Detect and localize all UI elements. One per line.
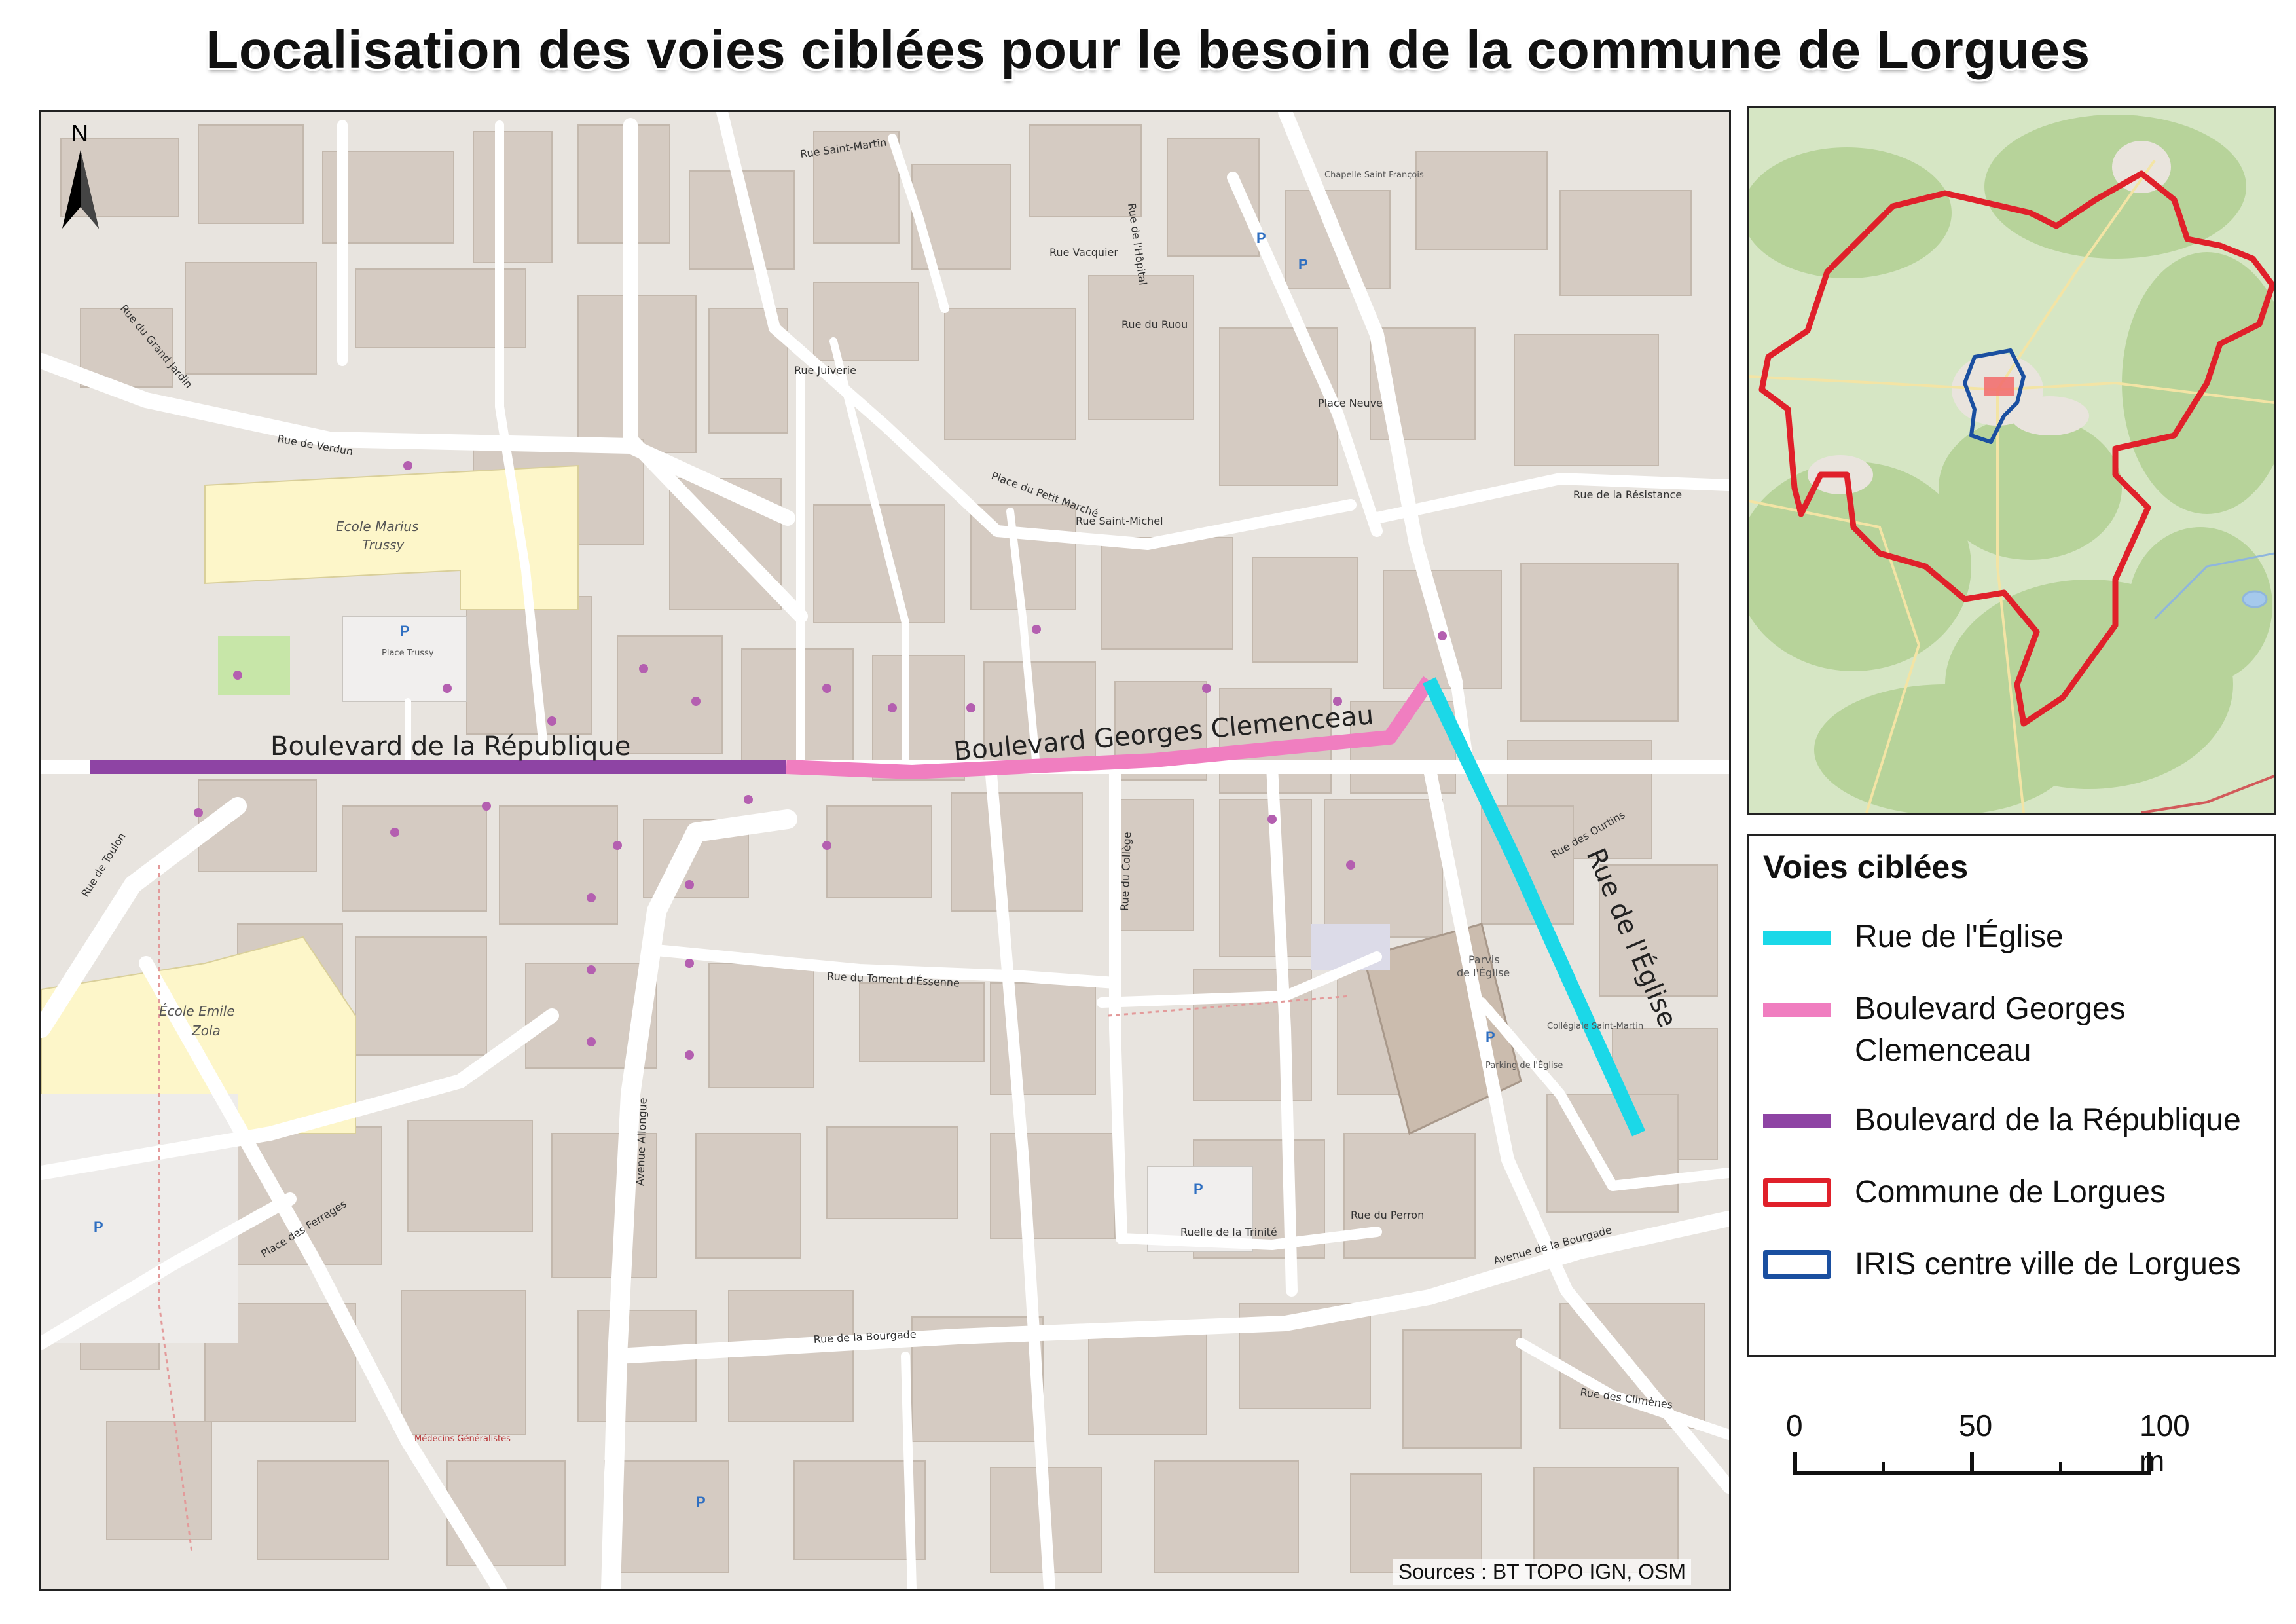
svg-text:Rue Juiverie: Rue Juiverie (794, 364, 856, 377)
svg-text:P: P (1298, 256, 1308, 272)
svg-text:Ecole Marius: Ecole Marius (336, 519, 418, 534)
scale-label-0: 0 (1786, 1409, 1803, 1443)
legend-swatch-cyan-line (1763, 931, 1831, 945)
svg-text:de l'Église: de l'Église (1457, 967, 1510, 979)
svg-text:Médecins Généralistes: Médecins Généralistes (414, 1434, 511, 1444)
legend-label: Boulevard de la République (1855, 1103, 2241, 1137)
svg-text:P: P (94, 1219, 103, 1235)
north-label: N (71, 120, 88, 147)
svg-text:Rue Vacquier: Rue Vacquier (1049, 246, 1118, 259)
svg-text:Parvis: Parvis (1468, 953, 1500, 966)
legend-label: IRIS centre ville de Lorgues (1855, 1247, 2241, 1282)
legend-swatch-purple-line (1763, 1114, 1831, 1128)
legend-swatch-pink-line (1763, 1003, 1831, 1017)
legend-item-iris-centre-ville: IRIS centre ville de Lorgues (1763, 1244, 2267, 1322)
sources-text: Sources : BT TOPO IGN, OSM (1393, 1559, 1691, 1585)
svg-text:Boulevard de la République: Boulevard de la République (270, 731, 630, 762)
legend-title: Voies ciblées (1763, 849, 1969, 885)
legend-swatch-blue-outline (1763, 1250, 1831, 1279)
legend-label: Rue de l'Église (1855, 919, 2064, 954)
svg-text:P: P (1256, 230, 1266, 246)
svg-text:Ruelle de la Trinité: Ruelle de la Trinité (1180, 1226, 1277, 1238)
scale-label-50: 50 (1959, 1409, 1993, 1443)
legend-item-boulevard-georges-clemenceau: Boulevard Georges Clemenceau (1763, 988, 2267, 1068)
map-title: Localisation des voies ciblées pour le b… (206, 20, 2090, 80)
legend-swatch-red-outline (1763, 1178, 1831, 1207)
svg-text:Rue du Perron: Rue du Perron (1351, 1209, 1424, 1221)
svg-text:Rue de la Résistance: Rue de la Résistance (1573, 489, 1682, 501)
svg-text:P: P (1485, 1029, 1495, 1045)
legend: Voies ciblées Rue de l'Église Boulevard … (1747, 834, 2276, 1357)
main-map[interactable]: PPP PPP P Rue de Verdun Rue Saint-Michel… (39, 110, 1731, 1591)
svg-text:École Emile: École Emile (159, 1003, 235, 1019)
svg-text:Zola: Zola (191, 1023, 221, 1039)
svg-text:Trussy: Trussy (362, 537, 405, 553)
legend-item-boulevard-de-la-republique: Boulevard de la République (1763, 1099, 2267, 1178)
svg-text:Place Neuve: Place Neuve (1318, 397, 1383, 409)
svg-text:P: P (400, 623, 410, 639)
inset-map[interactable] (1747, 106, 2276, 815)
legend-label: Commune de Lorgues (1855, 1175, 2166, 1209)
main-map-canvas: PPP PPP P Rue de Verdun Rue Saint-Michel… (41, 112, 1729, 1589)
legend-label: Boulevard Georges Clemenceau (1855, 991, 2126, 1068)
legend-item-rue-de-l-eglise: Rue de l'Église (1763, 916, 2267, 995)
legend-item-commune-de-lorgues: Commune de Lorgues (1763, 1172, 2267, 1250)
extent-marker (1984, 377, 2014, 396)
svg-text:Chapelle Saint François: Chapelle Saint François (1324, 170, 1424, 180)
svg-text:Parking de l'Église: Parking de l'Église (1485, 1060, 1563, 1071)
svg-text:P: P (1194, 1181, 1203, 1197)
svg-text:Rue du Ruou: Rue du Ruou (1121, 318, 1188, 331)
svg-text:Place Trussy: Place Trussy (382, 648, 434, 658)
inset-map-canvas (1749, 108, 2274, 813)
svg-text:P: P (696, 1494, 706, 1510)
scale-bar-graphic (1793, 1452, 2151, 1475)
scale-bar: 0 50 100 m (1768, 1408, 2190, 1500)
svg-text:Collégiale Saint-Martin: Collégiale Saint-Martin (1547, 1022, 1643, 1031)
